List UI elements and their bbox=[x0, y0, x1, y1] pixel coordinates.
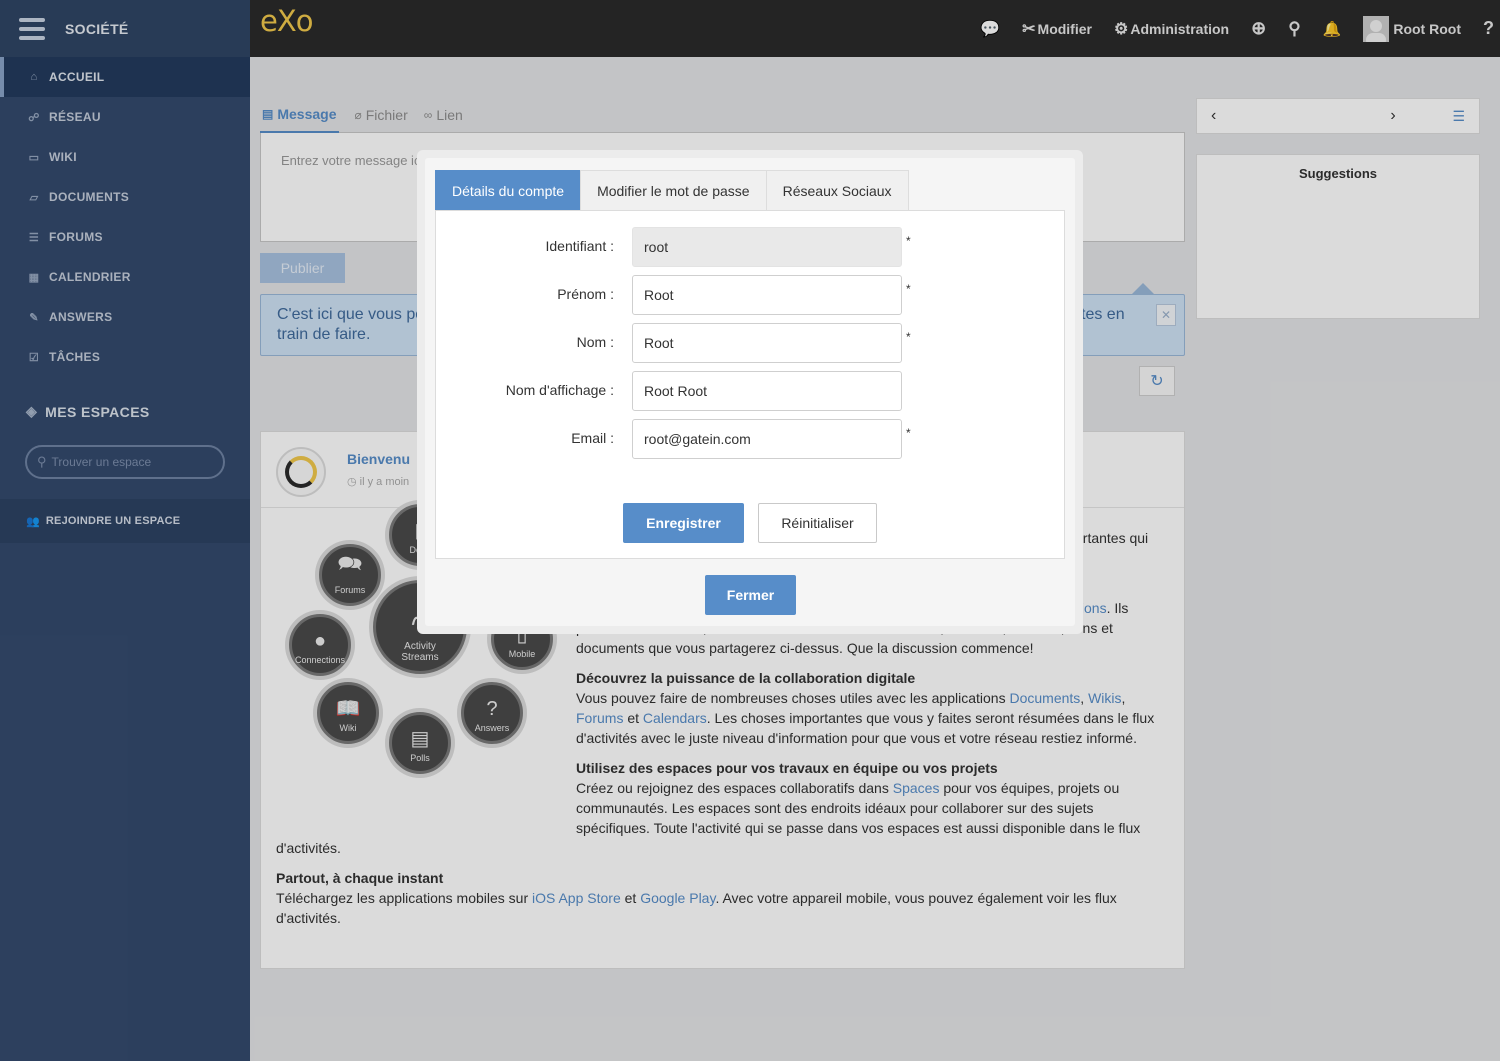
nom-field[interactable]: Root bbox=[632, 323, 902, 363]
required-marker: * bbox=[906, 426, 911, 440]
prenom-label: Prénom : bbox=[557, 286, 614, 302]
email-label: Email : bbox=[571, 430, 614, 446]
email-field[interactable]: root@gatein.com bbox=[632, 419, 902, 459]
display-name-field[interactable]: Root Root bbox=[632, 371, 902, 411]
tab-change-password[interactable]: Modifier le mot de passe bbox=[580, 170, 767, 211]
identifiant-label: Identifiant : bbox=[545, 238, 615, 254]
account-details-form: Identifiant : root * Prénom : Root * Nom… bbox=[435, 210, 1065, 559]
field-row-identifiant: Identifiant : root * bbox=[436, 227, 1066, 267]
dialog-body: Détails du compte Modifier le mot de pas… bbox=[425, 158, 1075, 626]
field-row-nom: Nom : Root * bbox=[436, 323, 1066, 363]
dialog-tabs: Détails du compte Modifier le mot de pas… bbox=[435, 170, 909, 211]
save-button[interactable]: Enregistrer bbox=[623, 503, 744, 543]
close-button[interactable]: Fermer bbox=[705, 575, 796, 615]
identifiant-field: root bbox=[632, 227, 902, 267]
required-marker: * bbox=[906, 330, 911, 344]
display-name-label: Nom d'affichage : bbox=[505, 382, 614, 398]
field-row-prenom: Prénom : Root * bbox=[436, 275, 1066, 315]
nom-label: Nom : bbox=[576, 334, 614, 350]
tab-social-networks[interactable]: Réseaux Sociaux bbox=[765, 170, 909, 211]
field-row-email: Email : root@gatein.com * bbox=[436, 419, 1066, 459]
field-row-display-name: Nom d'affichage : Root Root bbox=[436, 371, 1066, 411]
required-marker: * bbox=[906, 282, 911, 296]
required-marker: * bbox=[906, 234, 911, 248]
account-settings-dialog: Détails du compte Modifier le mot de pas… bbox=[417, 150, 1083, 634]
reset-button[interactable]: Réinitialiser bbox=[758, 503, 877, 543]
prenom-field[interactable]: Root bbox=[632, 275, 902, 315]
tab-account-details[interactable]: Détails du compte bbox=[435, 170, 582, 211]
